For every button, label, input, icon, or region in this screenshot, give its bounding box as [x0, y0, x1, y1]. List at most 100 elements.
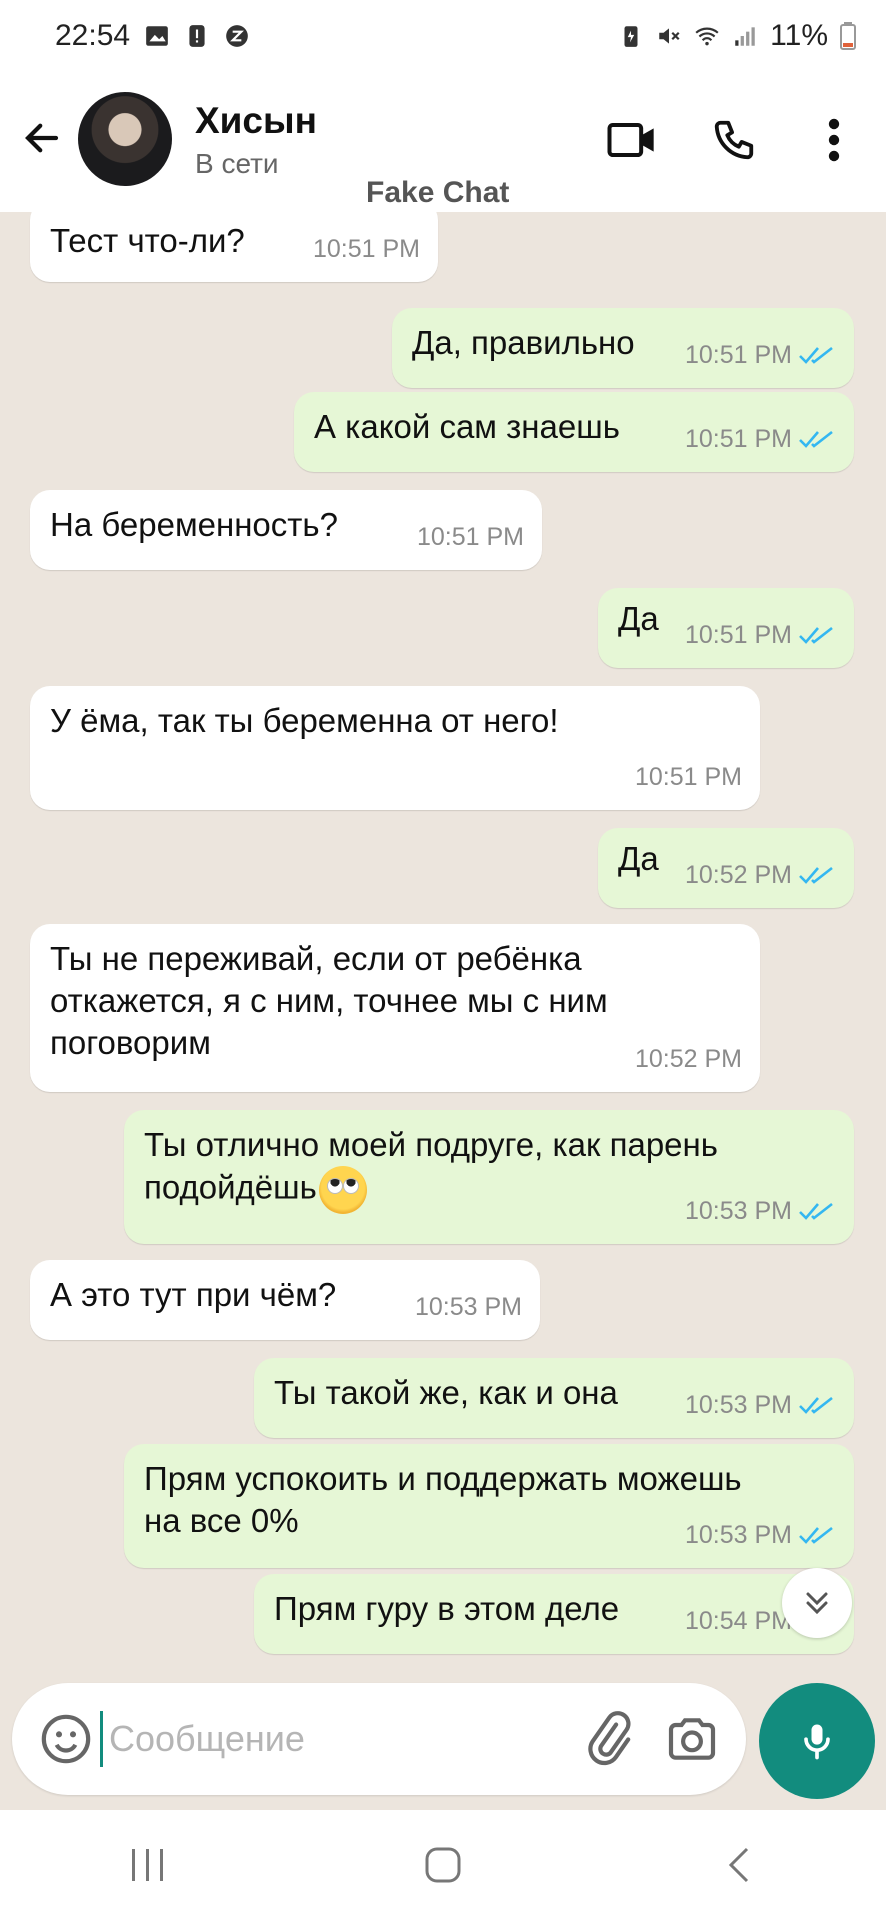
message-outgoing[interactable]: Да 10:51 PM	[598, 588, 854, 668]
app-notification-icon	[226, 25, 248, 47]
chevron-left-icon	[729, 1847, 749, 1883]
message-timestamp: 10:51 PM	[684, 621, 792, 649]
message-line: на все 0%	[144, 1502, 299, 1539]
voice-call-button[interactable]	[704, 110, 764, 170]
double-check-icon	[799, 626, 833, 644]
message-line: Прям успокоить и поддержать можешь	[144, 1460, 742, 1497]
status-time: 22:54	[55, 19, 131, 52]
emoji-icon	[41, 1714, 91, 1764]
message-outgoing[interactable]: Да 10:52 PM	[598, 828, 854, 908]
message-text: Прям успокоить и поддержать можешь на вс…	[144, 1458, 742, 1542]
message-incoming[interactable]: Тест что-ли? 10:51 PM	[30, 212, 438, 282]
message-incoming[interactable]: Ты не переживай, если от ребёнка откажет…	[30, 924, 760, 1092]
mic-icon	[804, 1724, 830, 1760]
message-line-with-emoji: подойдёшь	[144, 1166, 718, 1214]
attach-icon	[588, 1711, 631, 1766]
contact-name[interactable]: Хисын	[195, 100, 317, 142]
message-text: У ёма, так ты беременна от него!	[50, 702, 559, 739]
recent-apps-button[interactable]	[108, 1825, 188, 1905]
message-meta: 10:51 PM	[417, 516, 524, 558]
video-call-icon	[607, 123, 654, 157]
scroll-to-bottom-button[interactable]	[782, 1568, 852, 1638]
camera-icon	[668, 1718, 716, 1760]
message-timestamp: 10:51 PM	[416, 523, 524, 551]
double-check-icon	[799, 346, 833, 364]
message-incoming[interactable]: А это тут при чём? 10:53 PM	[30, 1260, 540, 1340]
more-vert-icon	[828, 118, 840, 162]
message-timestamp: 10:51 PM	[634, 763, 742, 791]
message-text: Ты такой же, как и она	[274, 1374, 618, 1411]
message-text: На беременность?	[50, 506, 338, 543]
battery-saver-icon	[624, 26, 638, 47]
alert-icon	[189, 25, 205, 47]
rolling-eyes-emoji-icon	[318, 1166, 367, 1214]
message-outgoing[interactable]: Да, правильно 10:51 PM	[392, 308, 854, 388]
video-call-button[interactable]	[602, 110, 662, 170]
back-arrow-icon	[25, 123, 59, 153]
message-meta: 10:53 PM	[415, 1286, 522, 1328]
double-check-icon	[799, 866, 833, 884]
mute-icon	[659, 28, 680, 44]
message-timestamp: 10:51 PM	[684, 341, 792, 369]
message-meta: 10:51 PM	[635, 756, 742, 798]
message-outgoing[interactable]: Ты такой же, как и она 10:53 PM	[254, 1358, 854, 1438]
battery-percent: 11%	[770, 19, 828, 52]
message-text: Тест что-ли?	[50, 222, 245, 259]
message-composer	[12, 1683, 746, 1795]
message-time: 10:51 PM	[313, 228, 420, 270]
message-meta: 10:51 PM	[685, 334, 836, 376]
message-line: откажется, я с ним, точнее мы с ним	[50, 982, 608, 1019]
wifi-icon	[695, 27, 719, 46]
double-chevron-down-icon	[806, 1592, 828, 1615]
recents-icon	[131, 1849, 163, 1881]
avatar[interactable]	[78, 92, 172, 186]
phone-icon	[714, 120, 754, 160]
attach-button[interactable]	[580, 1711, 636, 1767]
fake-chat-watermark: Fake Chat	[366, 176, 510, 209]
status-bar: 22:54 11%	[0, 0, 886, 72]
back-button[interactable]	[14, 110, 70, 166]
message-meta: 10:53 PM	[685, 1514, 836, 1556]
message-meta: 10:52 PM	[685, 854, 836, 896]
message-line: подойдёшь	[144, 1168, 317, 1206]
message-outgoing[interactable]: А какой сам знаешь 10:51 PM	[294, 392, 854, 472]
camera-button[interactable]	[664, 1711, 720, 1767]
home-icon	[425, 1847, 461, 1883]
message-meta: 10:51 PM	[685, 418, 836, 460]
message-text: Да	[618, 840, 659, 877]
message-timestamp: 10:53 PM	[414, 1293, 522, 1321]
message-meta: 10:51 PM	[685, 614, 836, 656]
battery-icon	[840, 22, 856, 50]
voice-message-button[interactable]	[759, 1683, 875, 1799]
message-input[interactable]	[100, 1711, 480, 1767]
message-meta: 10:52 PM	[635, 1038, 742, 1080]
gallery-icon	[146, 26, 168, 46]
double-check-icon	[799, 1396, 833, 1414]
message-text: А какой сам знаешь	[314, 408, 620, 445]
double-check-icon	[799, 1202, 833, 1220]
message-outgoing[interactable]: Ты отлично моей подруге, как парень подо…	[124, 1110, 854, 1244]
message-outgoing[interactable]: Прям гуру в этом деле 10:54 PM	[254, 1574, 854, 1654]
system-navigation-bar	[0, 1810, 886, 1920]
message-incoming[interactable]: На беременность? 10:51 PM	[30, 490, 542, 570]
message-timestamp: 10:53 PM	[684, 1391, 792, 1419]
contact-status: В сети	[195, 148, 279, 179]
message-timestamp: 10:54 PM	[684, 1607, 792, 1635]
home-button[interactable]	[403, 1825, 483, 1905]
emoji-button[interactable]	[38, 1711, 94, 1767]
message-timestamp: 10:51 PM	[684, 425, 792, 453]
message-timestamp: 10:51 PM	[312, 235, 420, 263]
message-text: Ты отлично моей подруге, как парень подо…	[144, 1124, 718, 1214]
message-list[interactable]: Тест что-ли? 10:51 PM Да, правильно 10:5…	[0, 212, 886, 1672]
message-outgoing[interactable]: Прям успокоить и поддержать можешь на вс…	[124, 1444, 854, 1568]
message-line: поговорим	[50, 1024, 211, 1061]
more-options-button[interactable]	[804, 110, 864, 170]
double-check-icon	[799, 430, 833, 448]
message-text: Да	[618, 600, 659, 637]
message-incoming[interactable]: У ёма, так ты беременна от него! 10:51 P…	[30, 686, 760, 810]
signal-icon	[735, 27, 755, 46]
message-text: Да, правильно	[412, 324, 635, 361]
back-nav-button[interactable]	[698, 1825, 778, 1905]
message-meta: 10:53 PM	[685, 1190, 836, 1232]
message-timestamp: 10:53 PM	[684, 1521, 792, 1549]
